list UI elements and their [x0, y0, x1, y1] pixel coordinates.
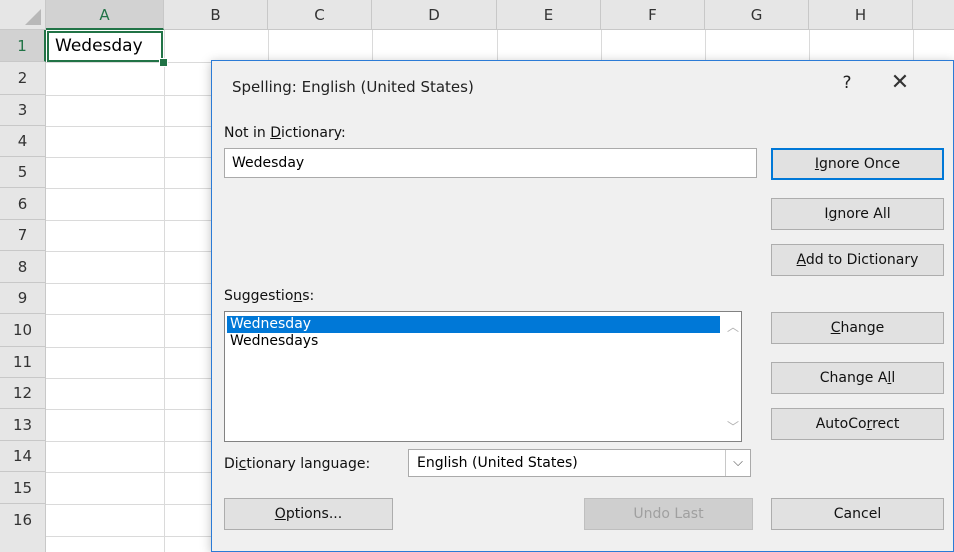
- dictionary-language-select[interactable]: English (United States) ⌵: [408, 449, 751, 477]
- column-header-b[interactable]: B: [164, 0, 268, 30]
- row-header-6[interactable]: 6: [0, 188, 46, 220]
- row-header-13[interactable]: 13: [0, 409, 46, 441]
- spelling-dialog: Spelling: English (United States) ? ✕ No…: [211, 60, 954, 552]
- suggestion-item[interactable]: Wednesday: [227, 316, 720, 333]
- close-button[interactable]: ✕: [886, 71, 914, 95]
- row-header-5[interactable]: 5: [0, 157, 46, 188]
- select-all-corner[interactable]: [0, 0, 46, 30]
- help-button[interactable]: ?: [837, 73, 857, 93]
- row-header-3[interactable]: 3: [0, 95, 46, 126]
- row-header-1[interactable]: 1: [0, 30, 46, 62]
- autocorrect-button[interactable]: AutoCorrect: [771, 408, 944, 440]
- suggestions-list[interactable]: Wednesday Wednesdays ︿ ﹀: [224, 311, 742, 442]
- column-header-a[interactable]: A: [46, 0, 164, 30]
- row-header-7[interactable]: 7: [0, 220, 46, 251]
- cancel-button[interactable]: Cancel: [771, 498, 944, 530]
- column-header-f[interactable]: F: [601, 0, 705, 30]
- row-header-9[interactable]: 9: [0, 283, 46, 314]
- row-header-11[interactable]: 11: [0, 347, 46, 378]
- change-all-button[interactable]: Change All: [771, 362, 944, 394]
- column-header-c[interactable]: C: [268, 0, 372, 30]
- column-header-h[interactable]: H: [809, 0, 913, 30]
- ignore-all-button[interactable]: Ignore All: [771, 198, 944, 230]
- undo-last-button[interactable]: Undo Last: [584, 498, 753, 530]
- row-header-12[interactable]: 12: [0, 378, 46, 409]
- column-header-e[interactable]: E: [497, 0, 601, 30]
- row-header-4[interactable]: 4: [0, 126, 46, 157]
- ignore-once-button[interactable]: Ignore Once: [771, 148, 944, 180]
- not-in-dictionary-field[interactable]: Wedesday: [224, 148, 757, 178]
- options-button[interactable]: Options...: [224, 498, 393, 530]
- column-header-g[interactable]: G: [705, 0, 809, 30]
- add-to-dictionary-button[interactable]: Add to Dictionary: [771, 244, 944, 276]
- row-header-8[interactable]: 8: [0, 251, 46, 283]
- dictionary-language-label: Dictionary language:: [224, 456, 371, 472]
- dialog-title: Spelling: English (United States): [232, 78, 474, 96]
- scroll-down-icon[interactable]: ﹀: [724, 418, 742, 436]
- select-all-triangle-icon: [25, 9, 41, 25]
- column-header-partial[interactable]: [913, 0, 954, 30]
- gridline: [164, 30, 165, 552]
- column-header-d[interactable]: D: [372, 0, 497, 30]
- suggestion-item[interactable]: Wednesdays: [227, 333, 318, 350]
- not-in-dictionary-label: Not in Dictionary:: [224, 125, 346, 141]
- row-header-2[interactable]: 2: [0, 62, 46, 95]
- fill-handle[interactable]: [159, 58, 168, 67]
- cell-a1[interactable]: Wedesday: [47, 31, 163, 62]
- dictionary-language-value: English (United States): [417, 455, 578, 471]
- row-header-16[interactable]: 16: [0, 504, 46, 552]
- suggestions-label: Suggestions:: [224, 288, 315, 304]
- chevron-down-icon[interactable]: ⌵: [725, 450, 750, 476]
- row-header-10[interactable]: 10: [0, 314, 46, 347]
- change-button[interactable]: Change: [771, 312, 944, 344]
- row-header-14[interactable]: 14: [0, 441, 46, 472]
- row-header-15[interactable]: 15: [0, 472, 46, 504]
- scroll-up-icon[interactable]: ︿: [724, 318, 742, 336]
